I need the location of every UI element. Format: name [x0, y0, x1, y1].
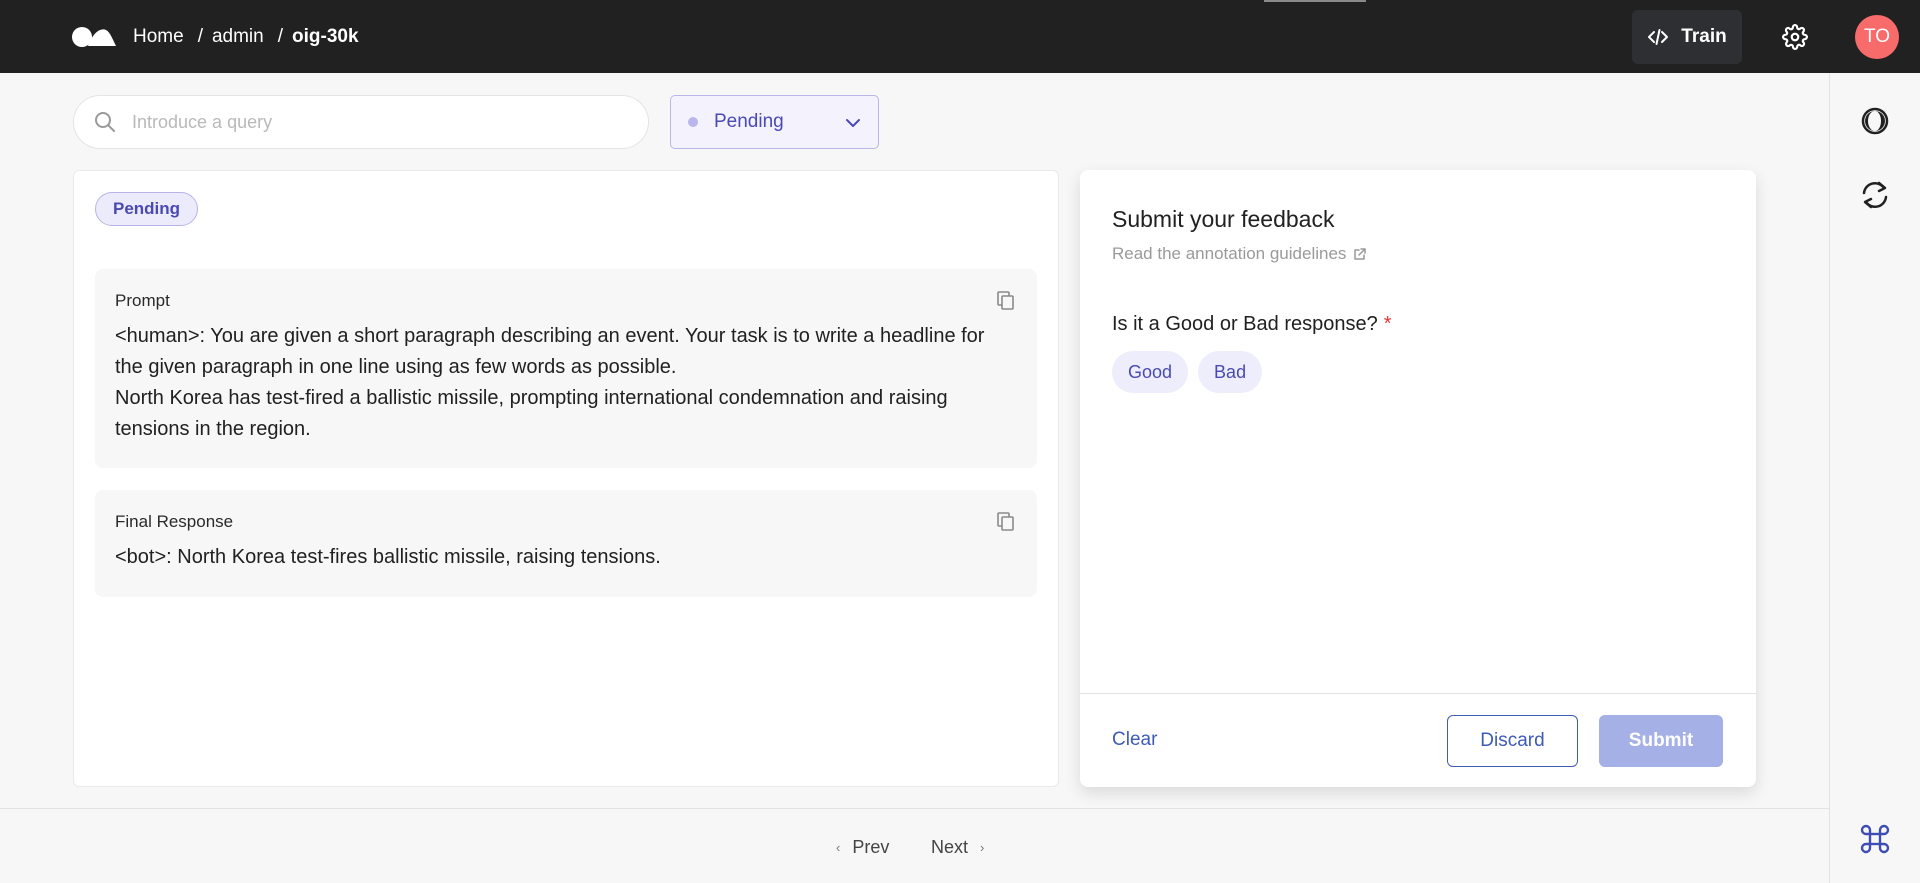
next-label: Next [931, 837, 969, 857]
breadcrumb-home[interactable]: Home [133, 26, 184, 48]
breadcrumb-separator: / [277, 26, 283, 47]
option-good[interactable]: Good [1112, 351, 1189, 393]
question-label: Is it a Good or Bad response? * [1112, 313, 1392, 336]
chevron-left-icon: ‹ [836, 840, 841, 855]
train-button[interactable]: Train [1632, 10, 1742, 64]
command-key-icon[interactable] [1860, 824, 1890, 854]
rating-options: Good Bad [1112, 351, 1263, 393]
gear-icon[interactable] [1782, 24, 1808, 50]
breadcrumb-separator: / [197, 26, 203, 47]
status-filter-dropdown[interactable]: Pending [670, 95, 879, 149]
status-dot [688, 117, 698, 127]
external-link-icon [1354, 248, 1367, 260]
field-text: <human>: You are given a short paragraph… [115, 325, 985, 440]
top-header: Home / admin / oig-30k Train TO [0, 0, 1920, 73]
next-button[interactable]: Next › [931, 837, 984, 858]
breadcrumb: Home / admin / oig-30k [133, 26, 359, 48]
feedback-footer: Clear Discard Submit [1080, 693, 1756, 787]
prev-button[interactable]: ‹ Prev [836, 837, 889, 858]
train-label: Train [1681, 26, 1727, 47]
question-text: Is it a Good or Bad response? [1112, 313, 1378, 335]
avatar[interactable]: TO [1855, 15, 1899, 59]
record-card: Pending Prompt <human>: You are given a … [73, 170, 1059, 787]
search-bar[interactable] [73, 95, 649, 149]
prev-label: Prev [852, 837, 890, 857]
status-badge: Pending [95, 192, 199, 226]
feedback-panel: Submit your feedback Read the annotation… [1080, 170, 1756, 787]
right-rail [1829, 73, 1920, 883]
chevron-down-icon [846, 119, 860, 127]
final-response-field: Final Response <bot>: North Korea test-f… [95, 490, 1037, 597]
submit-button[interactable]: Submit [1599, 715, 1723, 767]
status-filter-value: Pending [714, 111, 784, 132]
breadcrumb-dataset: oig-30k [292, 26, 359, 47]
search-icon [95, 112, 115, 132]
field-text: <bot>: North Korea test-fires ballistic … [115, 546, 661, 568]
prompt-field: Prompt <human>: You are given a short pa… [95, 269, 1037, 468]
code-icon [1648, 29, 1669, 45]
search-input[interactable] [132, 111, 592, 133]
chevron-right-icon: › [980, 840, 985, 855]
copy-icon[interactable] [997, 291, 1015, 311]
pagination: ‹ Prev Next › [0, 808, 1829, 883]
breadcrumb-workspace[interactable]: admin [212, 26, 264, 48]
refresh-icon[interactable] [1860, 180, 1890, 210]
annotation-guidelines-link[interactable]: Read the annotation guidelines [1112, 244, 1367, 264]
brand-logo[interactable] [72, 26, 116, 48]
clear-button[interactable]: Clear [1112, 729, 1157, 751]
field-title: Final Response [115, 512, 234, 531]
loading-bar [1264, 0, 1366, 2]
option-bad[interactable]: Bad [1198, 351, 1263, 393]
dark-mode-icon[interactable] [1860, 106, 1890, 136]
field-title: Prompt [115, 291, 170, 310]
discard-button[interactable]: Discard [1447, 715, 1578, 767]
guidelines-label: Read the annotation guidelines [1112, 244, 1347, 263]
copy-icon[interactable] [997, 512, 1015, 532]
feedback-title: Submit your feedback [1112, 206, 1335, 232]
required-mark: * [1383, 313, 1392, 335]
